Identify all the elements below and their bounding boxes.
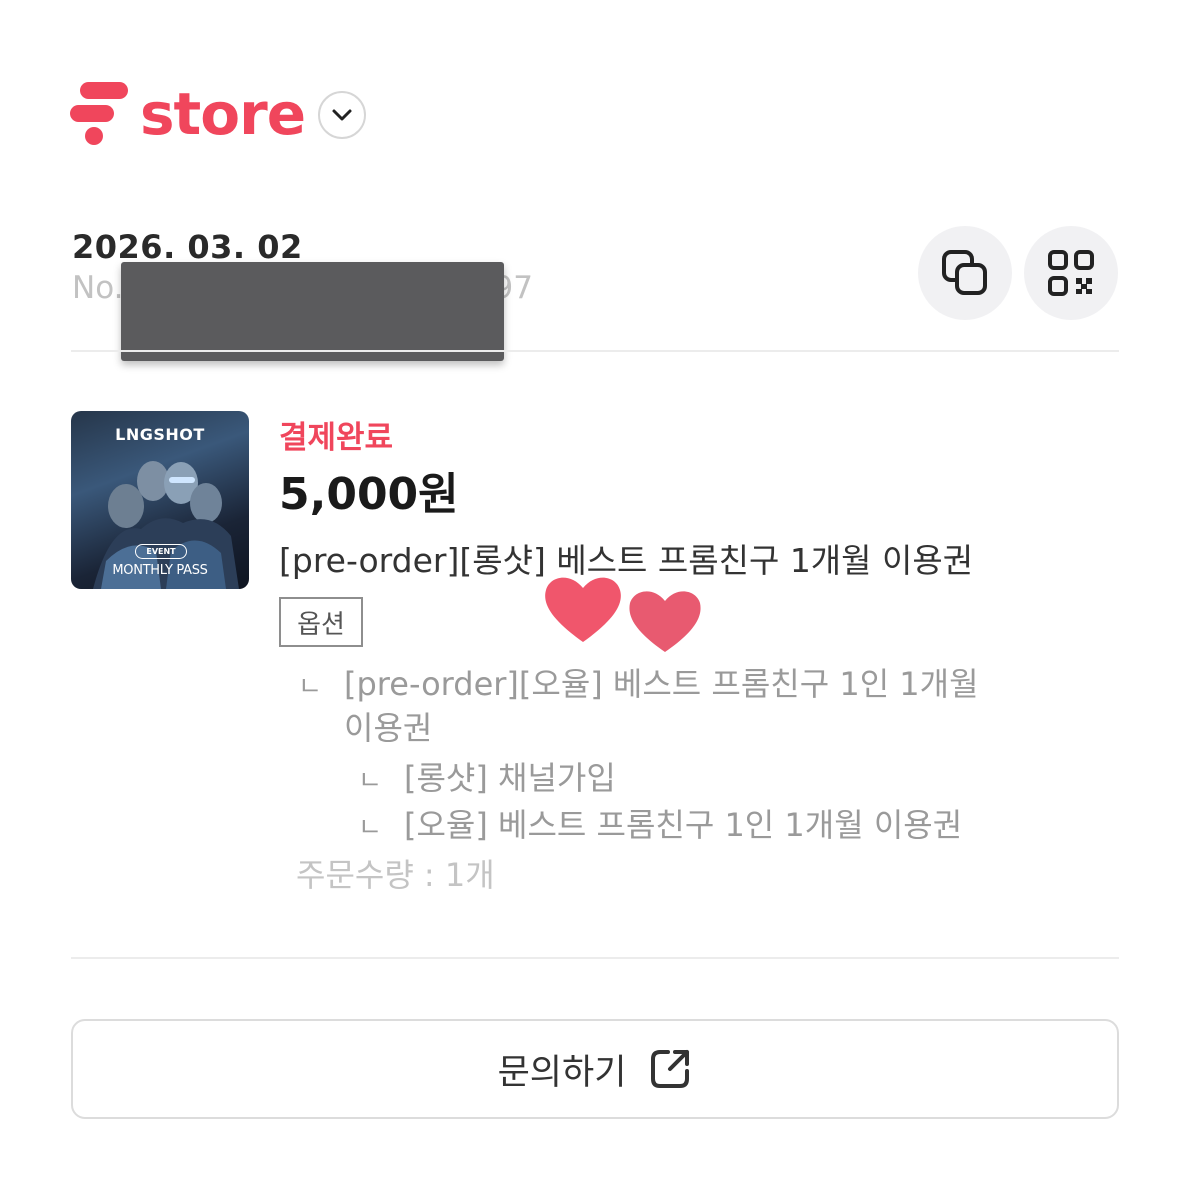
- thumbnail-footer: MONTHLY PASS: [112, 563, 208, 578]
- product-thumbnail[interactable]: LNGSHOT EVENT MONTHLY PASS: [71, 411, 249, 589]
- order-date: 2026. 03. 02: [72, 228, 303, 266]
- inquiry-label: 문의하기: [497, 1052, 627, 1093]
- divider: [71, 957, 1119, 959]
- external-link-icon: [651, 1050, 690, 1088]
- option-branch-mark: ㄴ: [358, 813, 382, 843]
- store-logo-text: store: [140, 80, 306, 148]
- option-branch-mark: ㄴ: [358, 766, 382, 796]
- option-sub: ㄴ [롱샷] 채널가입: [358, 756, 616, 803]
- store-logo-icon: [70, 82, 128, 145]
- qr-code-button[interactable]: [1024, 226, 1118, 320]
- order-quantity: 주문수량 : 1개: [296, 856, 495, 894]
- order-number-prefix: No.: [72, 270, 124, 306]
- product-name[interactable]: [pre-order][롱샷] 베스트 프롬친구 1개월 이용권: [279, 534, 973, 582]
- inquiry-button[interactable]: 문의하기: [71, 1019, 1119, 1119]
- heart-sticker-icon: [629, 591, 701, 652]
- thumbnail-badge: EVENT: [135, 544, 187, 559]
- payment-status: 결제완료: [279, 420, 394, 456]
- redaction-overlay: [121, 262, 504, 361]
- thumbnail-brand: LNGSHOT: [115, 425, 205, 444]
- copy-icon: [942, 250, 987, 295]
- option-main-text: [pre-order][오율] 베스트 프롬친구 1인 1개월: [344, 665, 979, 703]
- option-branch-mark: ㄴ: [298, 672, 322, 702]
- option-main: ㄴ [pre-order][오율] 베스트 프롬친구 1인 1개월: [298, 662, 979, 709]
- heart-sticker-icon: [545, 577, 621, 642]
- option-sub-text: [롱샷] 채널가입: [404, 759, 616, 797]
- divider: [71, 350, 1119, 352]
- option-main-cont: 이용권: [344, 709, 433, 747]
- price: 5,000원: [279, 469, 459, 520]
- chevron-down-icon: [332, 109, 352, 121]
- qr-code-icon: [1048, 250, 1094, 296]
- option-sub: ㄴ [오율] 베스트 프롬친구 1인 1개월 이용권: [358, 803, 962, 850]
- option-tag: 옵션: [279, 597, 363, 647]
- store-switch-button[interactable]: [318, 91, 366, 139]
- copy-order-button[interactable]: [918, 226, 1012, 320]
- option-sub-text: [오율] 베스트 프롬친구 1인 1개월 이용권: [404, 806, 963, 844]
